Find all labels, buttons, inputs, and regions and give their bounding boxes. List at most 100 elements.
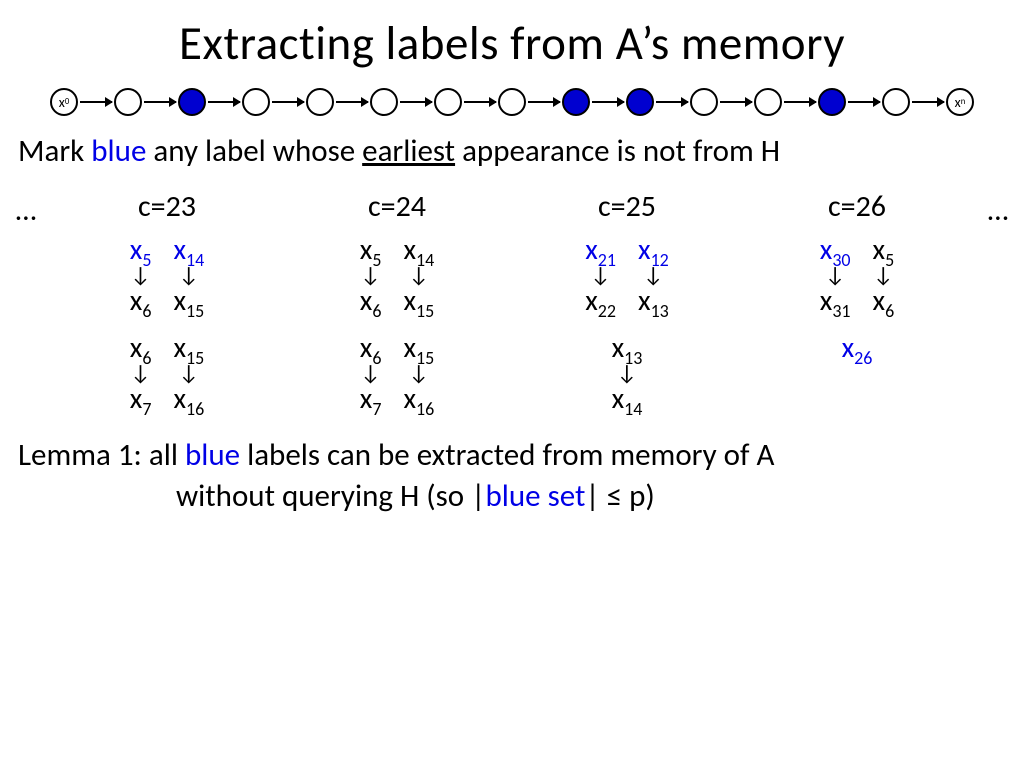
pair-row: x13↓x14 <box>612 333 643 413</box>
arrow-icon <box>912 101 944 103</box>
arrow-icon <box>528 101 560 103</box>
label-term: x14 <box>403 235 434 264</box>
pair-row: x5↓x6 x14↓x15 <box>130 235 204 315</box>
pair-row: x26 <box>842 333 873 362</box>
text: Lemma 1: all <box>18 436 185 474</box>
mark-instruction: Mark blue any label whose earliest appea… <box>18 132 1006 170</box>
transition: x5↓x6 <box>873 235 895 315</box>
label-term: x15 <box>403 333 434 362</box>
chain-node <box>562 88 590 116</box>
label-term: x16 <box>403 384 434 413</box>
transition: x6↓x7 <box>130 333 152 413</box>
slide-title: Extracting labels from A’s memory <box>0 14 1024 72</box>
lemma-text: Lemma 1: all blue labels can be extracte… <box>18 435 1006 519</box>
label-term: x14 <box>612 384 643 413</box>
chain-node <box>114 88 142 116</box>
arrow-icon <box>272 101 304 103</box>
blue-word: blue <box>185 436 240 474</box>
pair-row: x6↓x7x15↓x16 <box>360 333 434 413</box>
transition: x30↓x31 <box>820 235 851 315</box>
transition: x14↓x15 <box>403 235 434 315</box>
transition: x12↓x13 <box>638 235 669 315</box>
chain-node <box>818 88 846 116</box>
arrow-icon <box>400 101 432 103</box>
chain-node <box>498 88 526 116</box>
transition: x6↓x7 <box>360 333 382 413</box>
chain-node <box>434 88 462 116</box>
column-header: c=23 <box>138 188 196 225</box>
column: c=24x5↓x6x14↓x15x6↓x7x15↓x16 <box>282 188 512 413</box>
lemma-line2: without querying H (so |blue set| ≤ p) <box>176 476 1006 518</box>
arrow-icon <box>208 101 240 103</box>
arrow-icon <box>848 101 880 103</box>
chain-node <box>882 88 910 116</box>
text: Mark <box>18 132 91 170</box>
transition: x15↓x16 <box>173 333 204 413</box>
arrow-icon <box>720 101 752 103</box>
chain-node <box>754 88 782 116</box>
text: any label whose <box>146 132 362 170</box>
chain-node: x0 <box>50 88 78 116</box>
column-header: c=26 <box>828 188 886 225</box>
label-term: x6 <box>130 333 152 362</box>
text: without querying H (so | <box>176 477 485 515</box>
arrow-icon <box>784 101 816 103</box>
text: | ≤ p) <box>585 477 654 515</box>
column: c=26 x30↓x31 x5↓x6x26 <box>742 188 972 362</box>
column: c=25 x21↓x22 x12↓x13 x13↓x14 <box>512 188 742 413</box>
pair-row: x21↓x22 x12↓x13 <box>585 235 669 315</box>
arrow-icon <box>464 101 496 103</box>
transition: x5↓x6 <box>130 235 152 315</box>
text: appearance is not from H <box>455 132 780 170</box>
label-term: x15 <box>173 286 204 315</box>
label-term: x6 <box>130 286 152 315</box>
label-term: x13 <box>612 333 643 362</box>
pair-row: x30↓x31 x5↓x6 <box>820 235 894 315</box>
arrow-icon <box>656 101 688 103</box>
chain-node <box>178 88 206 116</box>
columns-area: … c=23 x5↓x6 x14↓x15 x6↓x7 x15↓x16 c=24 x5↓x6 x1… <box>0 188 1024 413</box>
label-term: x7 <box>130 384 152 413</box>
label-term: x12 <box>638 235 669 264</box>
chain-node <box>306 88 334 116</box>
column: c=23 x5↓x6 x14↓x15 x6↓x7 x15↓x16 <box>52 188 282 413</box>
label-term: x6 <box>360 333 382 362</box>
label-term: x14 <box>173 235 204 264</box>
label-term: x5 <box>130 235 152 264</box>
label-term: x13 <box>638 286 669 315</box>
transition: x26 <box>842 333 873 362</box>
arrow-icon <box>80 101 112 103</box>
arrow-icon <box>144 101 176 103</box>
blue-word: blue <box>91 132 146 170</box>
text: labels can be extracted from memory of A <box>240 436 774 474</box>
label-term: x22 <box>585 286 616 315</box>
pair-row: x6↓x7 x15↓x16 <box>130 333 204 413</box>
transition: x14↓x15 <box>173 235 204 315</box>
label-term: x31 <box>820 286 851 315</box>
label-term: x5 <box>873 235 895 264</box>
column-header: c=24 <box>368 188 426 225</box>
blue-word: blue set <box>485 477 585 515</box>
chain-node <box>370 88 398 116</box>
label-term: x6 <box>360 286 382 315</box>
chain-node <box>626 88 654 116</box>
label-term: x15 <box>173 333 204 362</box>
label-term: x5 <box>360 235 382 264</box>
node-chain: x0xn <box>0 88 1024 116</box>
label-term: x15 <box>403 286 434 315</box>
label-term: x30 <box>820 235 851 264</box>
chain-node <box>690 88 718 116</box>
label-term: x6 <box>873 286 895 315</box>
ellipsis: … <box>0 188 52 229</box>
transition: x21↓x22 <box>585 235 616 315</box>
label-term: x26 <box>842 333 873 362</box>
pair-row: x5↓x6x14↓x15 <box>360 235 434 315</box>
arrow-icon <box>336 101 368 103</box>
ellipsis: … <box>972 188 1024 229</box>
column-header: c=25 <box>598 188 656 225</box>
label-term: x7 <box>360 384 382 413</box>
chain-node <box>242 88 270 116</box>
earliest-word: earliest <box>362 132 455 170</box>
transition: x13↓x14 <box>612 333 643 413</box>
arrow-icon <box>592 101 624 103</box>
